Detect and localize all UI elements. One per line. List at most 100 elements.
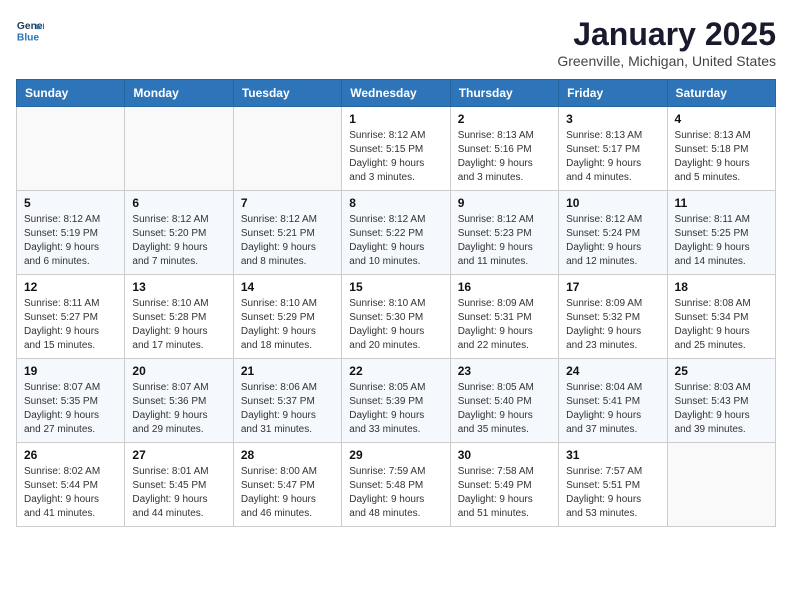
calendar-week-2: 5Sunrise: 8:12 AMSunset: 5:19 PMDaylight… [17,191,776,275]
day-info: Sunrise: 8:12 AMSunset: 5:22 PMDaylight:… [349,213,442,269]
day-number: 25 [675,364,768,378]
calendar-cell: 14 Sunrise: 8:10 AMSunset: 5:29 PMDayligh… [233,275,341,359]
day-number: 19 [24,364,117,378]
day-info: Sunrise: 8:12 AMSunset: 5:19 PMDaylight:… [24,213,117,269]
calendar-cell: 28Sunrise: 8:00 AMSunset: 5:47 PMDayligh… [233,443,341,527]
day-info: Sunrise: 8:12 AMSunset: 5:20 PMDaylight:… [132,213,225,269]
day-number: 2 [458,112,551,126]
day-info: Sunrise: 8:00 AMSunset: 5:47 PMDaylight:… [241,465,334,521]
calendar-cell: 13 Sunrise: 8:10 AMSunset: 5:28 PMDayligh… [125,275,233,359]
day-info: Sunrise: 8:11 AMSunset: 5:25 PMDaylight:… [675,213,768,269]
day-number: 12 [24,280,117,294]
day-info: Sunrise: 8:10 AMSunset: 5:28 PMDaylight:… [132,297,225,353]
page-header: General Blue January 2025 Greenville, Mi… [16,16,776,69]
day-number: 15 [349,280,442,294]
calendar-table: SundayMondayTuesdayWednesdayThursdayFrid… [16,79,776,527]
day-number: 20 [132,364,225,378]
calendar-cell: 23 Sunrise: 8:05 AMSunset: 5:40 PMDayligh… [450,359,558,443]
day-number: 24 [566,364,659,378]
day-info: Sunrise: 8:13 AMSunset: 5:18 PMDaylight:… [675,129,768,185]
day-info: Sunrise: 8:12 AMSunset: 5:23 PMDaylight:… [458,213,551,269]
day-info: Sunrise: 8:09 AMSunset: 5:31 PMDaylight:… [458,297,551,353]
calendar-cell [17,107,125,191]
day-number: 14 [241,280,334,294]
weekday-monday: Monday [125,80,233,107]
day-info: Sunrise: 7:58 AMSunset: 5:49 PMDaylight:… [458,465,551,521]
calendar-body: 1Sunrise: 8:12 AMSunset: 5:15 PMDaylight… [17,107,776,527]
logo: General Blue [16,16,44,44]
calendar-cell: 17Sunrise: 8:09 AMSunset: 5:32 PMDayligh… [559,275,667,359]
calendar-cell: 15Sunrise: 8:10 AMSunset: 5:30 PMDayligh… [342,275,450,359]
day-number: 30 [458,448,551,462]
day-info: Sunrise: 8:09 AMSunset: 5:32 PMDaylight:… [566,297,659,353]
calendar-cell: 21Sunrise: 8:06 AMSunset: 5:37 PMDayligh… [233,359,341,443]
day-number: 1 [349,112,442,126]
calendar-cell: 4 Sunrise: 8:13 AMSunset: 5:18 PMDaylight… [667,107,775,191]
weekday-friday: Friday [559,80,667,107]
location: Greenville, Michigan, United States [557,53,776,69]
day-number: 22 [349,364,442,378]
calendar-cell: 2 Sunrise: 8:13 AMSunset: 5:16 PMDaylight… [450,107,558,191]
calendar-week-1: 1Sunrise: 8:12 AMSunset: 5:15 PMDaylight… [17,107,776,191]
day-number: 9 [458,196,551,210]
calendar-cell: 26Sunrise: 8:02 AMSunset: 5:44 PMDayligh… [17,443,125,527]
day-number: 11 [675,196,768,210]
calendar-cell: 11 Sunrise: 8:11 AMSunset: 5:25 PMDayligh… [667,191,775,275]
day-info: Sunrise: 8:13 AMSunset: 5:17 PMDaylight:… [566,129,659,185]
day-info: Sunrise: 7:57 AMSunset: 5:51 PMDaylight:… [566,465,659,521]
calendar-cell: 9 Sunrise: 8:12 AMSunset: 5:23 PMDaylight… [450,191,558,275]
day-number: 6 [132,196,225,210]
logo-icon: General Blue [16,16,44,44]
day-info: Sunrise: 8:05 AMSunset: 5:39 PMDaylight:… [349,381,442,437]
calendar-cell [233,107,341,191]
day-number: 31 [566,448,659,462]
day-info: Sunrise: 8:07 AMSunset: 5:35 PMDaylight:… [24,381,117,437]
day-number: 3 [566,112,659,126]
calendar-cell: 5Sunrise: 8:12 AMSunset: 5:19 PMDaylight… [17,191,125,275]
day-number: 29 [349,448,442,462]
weekday-thursday: Thursday [450,80,558,107]
svg-text:Blue: Blue [17,32,40,43]
calendar-cell: 7Sunrise: 8:12 AMSunset: 5:21 PMDaylight… [233,191,341,275]
calendar-cell: 24 Sunrise: 8:04 AMSunset: 5:41 PMDayligh… [559,359,667,443]
calendar-cell: 29 Sunrise: 7:59 AMSunset: 5:48 PMDayligh… [342,443,450,527]
day-number: 27 [132,448,225,462]
day-number: 13 [132,280,225,294]
calendar-cell: 10Sunrise: 8:12 AMSunset: 5:24 PMDayligh… [559,191,667,275]
day-info: Sunrise: 8:13 AMSunset: 5:16 PMDaylight:… [458,129,551,185]
day-info: Sunrise: 8:10 AMSunset: 5:29 PMDaylight:… [241,297,334,353]
calendar-cell: 18 Sunrise: 8:08 AMSunset: 5:34 PMDayligh… [667,275,775,359]
day-info: Sunrise: 8:02 AMSunset: 5:44 PMDaylight:… [24,465,117,521]
calendar-cell: 3 Sunrise: 8:13 AMSunset: 5:17 PMDaylight… [559,107,667,191]
calendar-cell: 19 Sunrise: 8:07 AMSunset: 5:35 PMDayligh… [17,359,125,443]
weekday-tuesday: Tuesday [233,80,341,107]
calendar-cell: 27Sunrise: 8:01 AMSunset: 5:45 PMDayligh… [125,443,233,527]
day-info: Sunrise: 8:03 AMSunset: 5:43 PMDaylight:… [675,381,768,437]
day-info: Sunrise: 8:07 AMSunset: 5:36 PMDaylight:… [132,381,225,437]
day-info: Sunrise: 8:05 AMSunset: 5:40 PMDaylight:… [458,381,551,437]
calendar-cell: 20 Sunrise: 8:07 AMSunset: 5:36 PMDayligh… [125,359,233,443]
day-info: Sunrise: 8:12 AMSunset: 5:21 PMDaylight:… [241,213,334,269]
calendar-cell: 1Sunrise: 8:12 AMSunset: 5:15 PMDaylight… [342,107,450,191]
calendar-cell: 31 Sunrise: 7:57 AMSunset: 5:51 PMDayligh… [559,443,667,527]
calendar-cell [125,107,233,191]
day-number: 10 [566,196,659,210]
svg-text:General: General [17,21,44,32]
calendar-cell: 12Sunrise: 8:11 AMSunset: 5:27 PMDayligh… [17,275,125,359]
day-number: 18 [675,280,768,294]
day-number: 16 [458,280,551,294]
calendar-cell: 6 Sunrise: 8:12 AMSunset: 5:20 PMDaylight… [125,191,233,275]
calendar-week-4: 19 Sunrise: 8:07 AMSunset: 5:35 PMDayligh… [17,359,776,443]
month-title: January 2025 [557,16,776,53]
day-number: 4 [675,112,768,126]
calendar-cell: 22 Sunrise: 8:05 AMSunset: 5:39 PMDayligh… [342,359,450,443]
day-info: Sunrise: 8:04 AMSunset: 5:41 PMDaylight:… [566,381,659,437]
calendar-cell: 25 Sunrise: 8:03 AMSunset: 5:43 PMDayligh… [667,359,775,443]
day-number: 23 [458,364,551,378]
calendar-week-3: 12Sunrise: 8:11 AMSunset: 5:27 PMDayligh… [17,275,776,359]
day-info: Sunrise: 8:06 AMSunset: 5:37 PMDaylight:… [241,381,334,437]
day-info: Sunrise: 8:08 AMSunset: 5:34 PMDaylight:… [675,297,768,353]
calendar-cell [667,443,775,527]
weekday-header-row: SundayMondayTuesdayWednesdayThursdayFrid… [17,80,776,107]
day-info: Sunrise: 7:59 AMSunset: 5:48 PMDaylight:… [349,465,442,521]
